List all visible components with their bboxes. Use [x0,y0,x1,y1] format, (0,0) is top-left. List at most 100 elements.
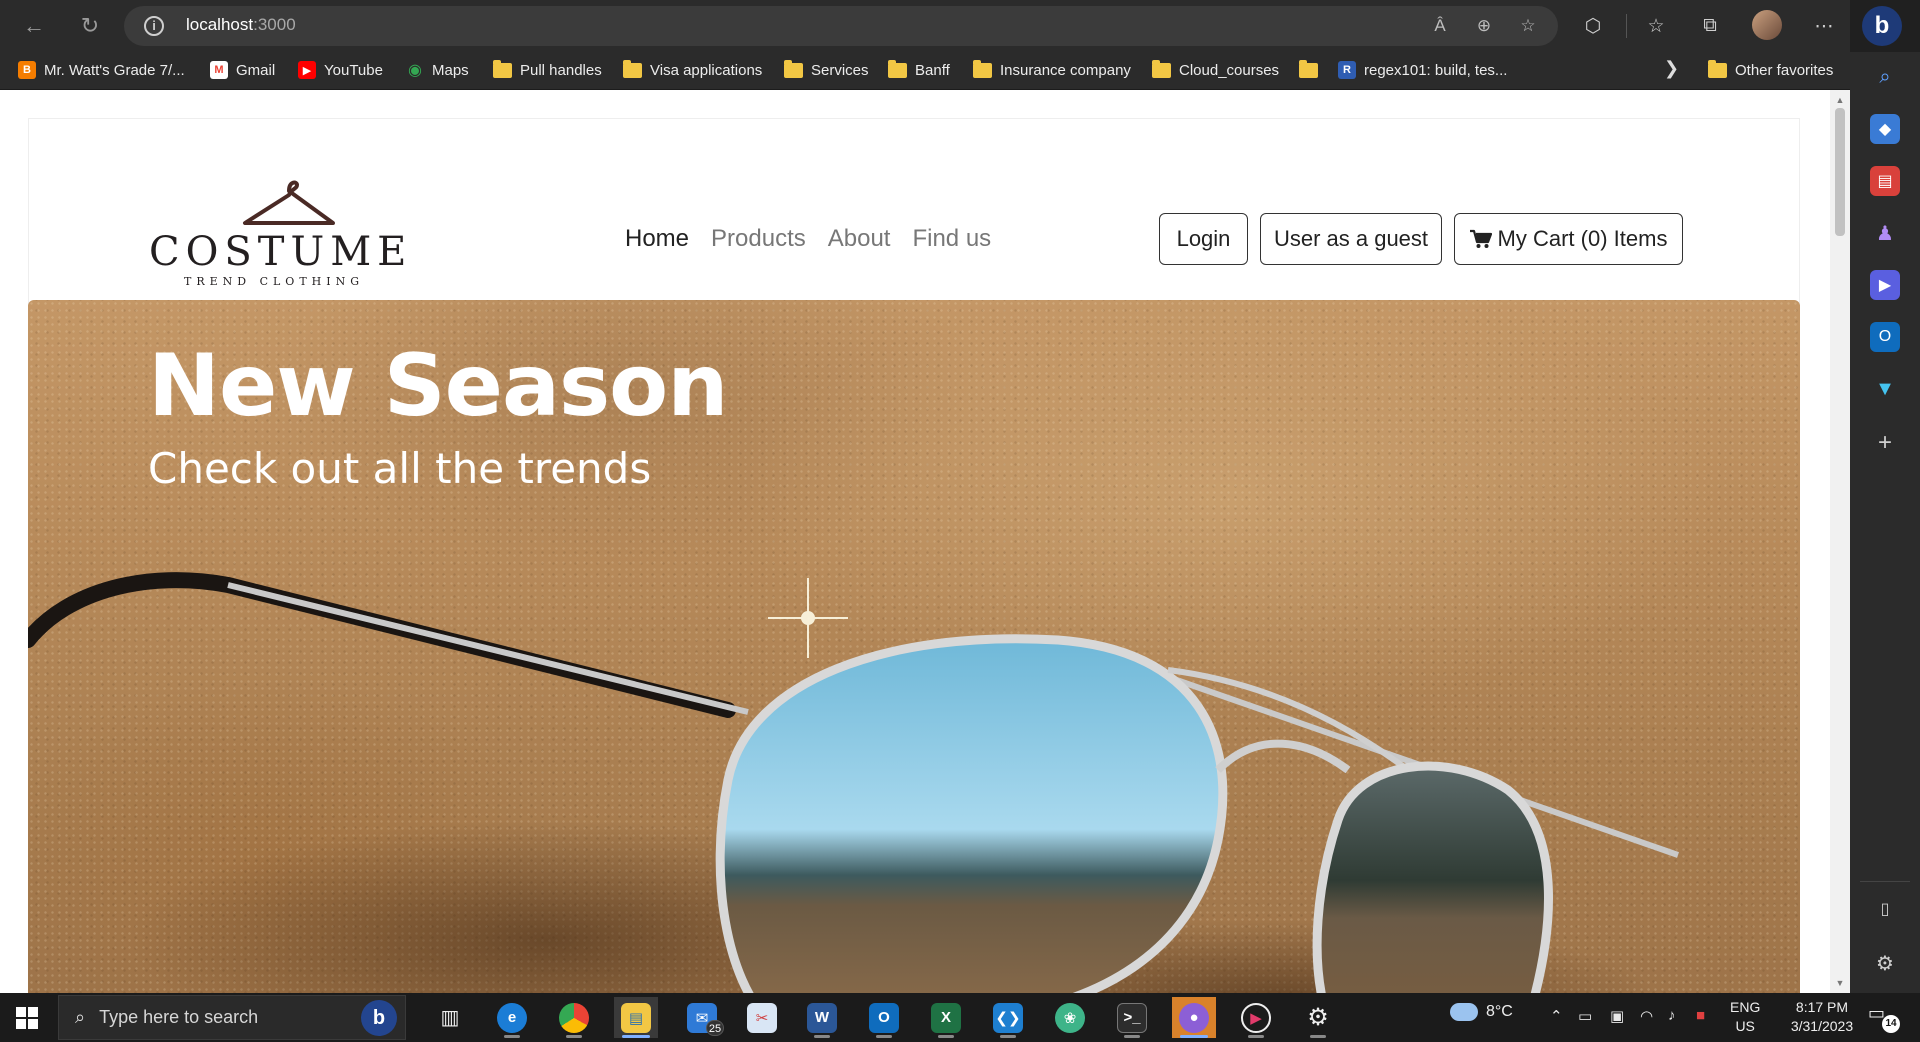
scroll-up-arrow-icon[interactable]: ▲ [1830,92,1850,108]
favorite-label: Mr. Watt's Grade 7/... [44,61,185,79]
page-scrollbar[interactable]: ▲ ▼ [1830,90,1850,993]
microsoft-365-icon[interactable]: ▶ [1870,270,1900,300]
nav-find-us[interactable]: Find us [912,225,991,253]
toolbar-divider [1626,14,1627,38]
nav-home[interactable]: Home [625,225,689,253]
profile-avatar[interactable] [1752,10,1782,40]
hide-sidebar-icon[interactable]: ▯ [1870,894,1900,924]
clock[interactable]: 8:17 PM 3/31/2023 [1776,998,1868,1036]
outlook-icon[interactable]: O [1870,322,1900,352]
url-port: :3000 [253,15,296,34]
favorite-item[interactable]: M Gmail [210,58,275,82]
cart-icon [1469,229,1492,248]
weather-widget[interactable]: 8°C [1450,1003,1513,1021]
login-label: Login [1176,226,1231,251]
drop-icon[interactable]: ▼ [1870,374,1900,404]
favorite-label: Insurance company [1000,61,1131,79]
antivirus-icon[interactable]: ■ [1696,1007,1705,1024]
paint-icon[interactable]: ● [1172,997,1216,1038]
outlook-icon[interactable]: O [862,997,906,1038]
favorite-folder[interactable]: Cloud_courses [1152,58,1279,82]
refresh-button[interactable]: ↻ [72,8,108,44]
favorite-folder[interactable]: Visa applications [623,58,762,82]
mail-badge: 25 [706,1020,724,1036]
search-placeholder: Type here to search [99,1007,259,1027]
edge-icon[interactable]: e [490,997,534,1038]
folder-icon [888,59,907,78]
file-explorer-icon[interactable]: ▤ [614,997,658,1038]
favorite-item[interactable]: ▶ YouTube [298,58,383,82]
folder-icon [1708,59,1727,78]
folder-icon [784,59,803,78]
games-icon[interactable]: ♟ [1870,218,1900,248]
search-icon[interactable]: ⌕ [1870,62,1900,92]
chevron-right-icon[interactable]: ❯ [1664,58,1679,79]
favorite-folder[interactable]: Banff [888,58,950,82]
search-icon: ⌕ [75,1007,86,1027]
hero-subtitle: Check out all the trends [148,444,652,493]
vscode-icon[interactable]: ❮❯ [986,997,1030,1038]
favorite-item[interactable]: R regex101: build, tes... [1338,58,1507,82]
folder-icon [1299,59,1318,78]
address-bar[interactable]: i localhost:3000 Â ⊕ ☆ [124,6,1558,46]
volume-icon[interactable]: ♪ [1668,1007,1676,1024]
settings-icon[interactable]: ⚙ [1870,948,1900,978]
site-header: COSTUME TREND CLOTHING Home Products Abo… [28,118,1800,310]
zoom-icon[interactable]: ⊕ [1472,14,1496,38]
favorite-item[interactable]: B Mr. Watt's Grade 7/... [18,58,185,82]
scroll-thumb[interactable] [1835,108,1845,236]
add-favorite-icon[interactable]: ☆ [1516,14,1540,38]
login-button[interactable]: Login [1159,213,1248,265]
settings-icon[interactable]: ⚙ [1296,997,1340,1038]
extensions-icon[interactable]: ⬡ [1577,10,1609,42]
gmail-icon: M [210,61,228,79]
back-button[interactable]: ← [16,8,52,44]
guest-label: User as a guest [1273,226,1429,251]
word-icon[interactable]: W [800,997,844,1038]
nav-about[interactable]: About [828,225,891,253]
favorite-folder[interactable]: Pull handles [493,58,602,82]
task-view-icon[interactable]: ▥ [428,997,472,1038]
costume-logo[interactable]: COSTUME TREND CLOTHING [149,119,406,288]
favorite-folder[interactable]: Services [784,58,869,82]
tools-icon[interactable]: ▤ [1870,166,1900,196]
chrome-icon[interactable] [552,997,596,1038]
bing-copilot-button[interactable]: b [1862,6,1902,46]
read-aloud-icon[interactable]: Â [1428,14,1452,38]
favorite-folder[interactable]: Insurance company [973,58,1131,82]
camera-icon[interactable]: ▣ [1610,1007,1624,1025]
scroll-down-arrow-icon[interactable]: ▼ [1830,975,1850,991]
folder-icon [1152,59,1171,78]
battery-icon[interactable]: ▭ [1578,1007,1592,1025]
notification-center-icon[interactable]: ▭ 14 [1868,1003,1900,1033]
wifi-icon[interactable]: ◠ [1640,1007,1653,1025]
excel-icon[interactable]: X [924,997,968,1038]
language-indicator[interactable]: ENG US [1730,998,1760,1036]
terminal-icon[interactable]: >_ [1110,997,1154,1038]
chevron-up-icon[interactable]: ⌃ [1550,1007,1563,1025]
other-favorites[interactable]: Other favorites [1708,58,1833,82]
add-icon[interactable]: + [1870,428,1900,458]
mail-icon[interactable]: ✉ 25 [680,997,724,1038]
regex101-icon: R [1338,61,1356,79]
cart-button[interactable]: My Cart (0) Items [1454,213,1683,265]
taskbar-search[interactable]: ⌕ Type here to search b [58,995,406,1040]
site-info-icon[interactable]: i [144,16,164,36]
url-text[interactable]: localhost:3000 [186,15,296,35]
favorites-icon[interactable]: ☆ [1640,10,1672,42]
windows-start-icon[interactable] [16,1007,38,1029]
snipping-tool-icon[interactable]: ✂ [740,997,784,1038]
collections-icon[interactable]: ⧉ [1694,10,1726,42]
more-menu-icon[interactable]: ⋯ [1808,10,1840,42]
favorite-item[interactable]: ◉ Maps [406,58,469,82]
guest-button[interactable]: User as a guest [1260,213,1442,265]
chatgpt-icon[interactable]: ❀ [1048,997,1092,1038]
bing-icon[interactable]: b [361,1000,397,1036]
blogger-icon: B [18,61,36,79]
favorites-bar: B Mr. Watt's Grade 7/... M Gmail ▶ YouTu… [0,52,1850,90]
shopping-tag-icon[interactable]: ◆ [1870,114,1900,144]
media-player-icon[interactable]: ▶ [1234,997,1278,1038]
nav-products[interactable]: Products [711,225,806,253]
favorite-folder[interactable] [1299,58,1318,82]
folder-icon [973,59,992,78]
